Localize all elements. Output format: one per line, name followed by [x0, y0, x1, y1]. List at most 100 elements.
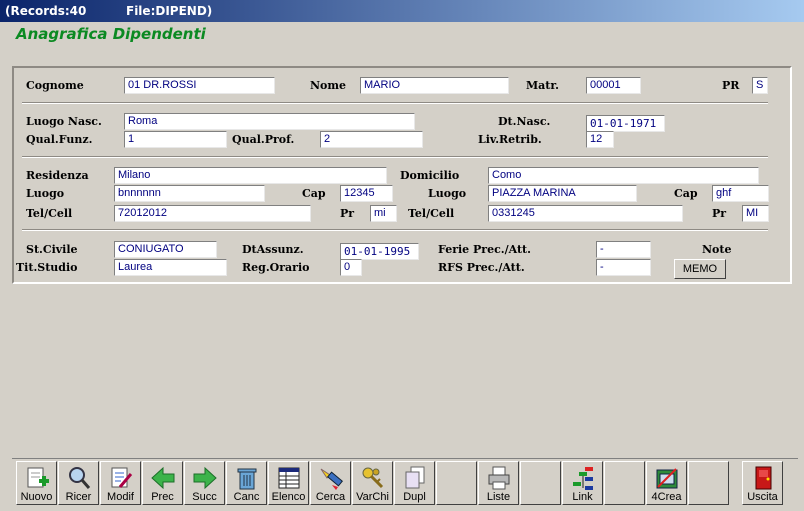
label-pr-res: Pr — [340, 207, 355, 220]
create-icon — [656, 468, 677, 489]
label-reg-orario: Reg.Orario — [242, 261, 310, 274]
label-matr: Matr. — [526, 79, 559, 92]
list-table-icon — [278, 467, 299, 489]
pr-field[interactable]: S — [752, 77, 768, 94]
label-tel-res: Tel/Cell — [26, 207, 73, 220]
prec-button[interactable]: Prec — [142, 461, 183, 505]
file-name: File:DIPEND) — [126, 4, 213, 18]
label-luogo-dom: Luogo — [428, 187, 467, 200]
exit-door-icon — [755, 466, 771, 490]
domicilio-field[interactable]: Como — [488, 167, 759, 184]
dt-nasc-field[interactable]: 01-01-1971 — [586, 115, 665, 132]
cognome-field[interactable]: 01 DR.ROSSI — [124, 77, 275, 94]
varchi-button[interactable]: VarChi — [352, 461, 393, 505]
luogo-res-field[interactable]: bnnnnnn — [114, 185, 265, 202]
label-nome: Nome — [310, 79, 347, 92]
link-button[interactable]: Link — [562, 461, 603, 505]
pr-dom-field[interactable]: MI — [742, 205, 769, 222]
canc-button[interactable]: Canc — [226, 461, 267, 505]
cap-dom-field[interactable]: ghf — [712, 185, 769, 202]
empty-button-1[interactable] — [436, 461, 477, 505]
keys-icon — [362, 467, 383, 489]
memo-button[interactable]: MEMO — [674, 259, 726, 279]
label-qual-prof: Qual.Prof. — [232, 133, 295, 146]
reg-orario-field[interactable]: 0 — [340, 259, 362, 276]
empty-button-4[interactable] — [688, 461, 729, 505]
link-label: Link — [572, 491, 593, 503]
label-luogo-res: Luogo — [26, 187, 65, 200]
arrow-right-icon — [193, 466, 217, 490]
label-rfs: RFS Prec./Att. — [438, 261, 525, 274]
empty-button-3[interactable] — [604, 461, 645, 505]
nuovo-button[interactable]: Nuovo — [16, 461, 57, 505]
search-flashlight-icon — [320, 468, 343, 490]
label-dt-assunz: DtAssunz. — [242, 243, 304, 256]
liste-button[interactable]: Liste — [478, 461, 519, 505]
ricer-button[interactable]: Ricer — [58, 461, 99, 505]
varchi-label: VarChi — [356, 491, 389, 503]
empty-button-2[interactable] — [520, 461, 561, 505]
link-tree-icon — [572, 467, 593, 490]
residenza-field[interactable]: Milano — [114, 167, 387, 184]
label-ferie: Ferie Prec./Att. — [438, 243, 531, 256]
new-document-icon — [27, 467, 49, 488]
crea-label: 4Crea — [651, 491, 682, 503]
qual-prof-field[interactable]: 2 — [320, 131, 423, 148]
arrow-left-icon — [150, 466, 174, 490]
dt-assunz-field[interactable]: 01-01-1995 — [340, 243, 419, 260]
ferie-field[interactable]: - — [596, 241, 651, 258]
label-cap-dom: Cap — [674, 187, 698, 200]
uscita-button[interactable]: Uscita — [742, 461, 783, 505]
uscita-label: Uscita — [747, 491, 778, 503]
label-cognome: Cognome — [26, 79, 84, 92]
tel-dom-field[interactable]: 0331245 — [488, 205, 683, 222]
label-pr-dom: Pr — [712, 207, 727, 220]
label-luogo-nasc: Luogo Nasc. — [26, 115, 102, 128]
succ-label: Succ — [192, 491, 217, 503]
window-titlebar: (Records:40 File:DIPEND) — [0, 0, 804, 22]
cerca-label: Cerca — [315, 491, 346, 503]
modif-label: Modif — [107, 491, 134, 503]
form-title: Anagrafica Dipendenti — [16, 25, 206, 43]
liv-retrib-field[interactable]: 12 — [586, 131, 614, 148]
toolbar: Nuovo Ricer Modif Prec Succ Canc Elenco … — [12, 458, 798, 506]
modif-button[interactable]: Modif — [100, 461, 141, 505]
ricer-label: Ricer — [65, 491, 92, 503]
matr-field[interactable]: 00001 — [586, 77, 641, 94]
label-st-civile: St.Civile — [26, 243, 78, 256]
tel-res-field[interactable]: 72012012 — [114, 205, 311, 222]
rfs-field[interactable]: - — [596, 259, 651, 276]
elenco-button[interactable]: Elenco — [268, 461, 309, 505]
magnifier-icon — [68, 467, 90, 489]
liste-label: Liste — [486, 491, 511, 503]
nome-field[interactable]: MARIO — [360, 77, 509, 94]
label-residenza: Residenza — [26, 169, 89, 182]
label-note: Note — [702, 243, 732, 256]
prec-label: Prec — [151, 491, 174, 503]
luogo-nasc-field[interactable]: Roma — [124, 113, 415, 130]
records-count: (Records:40 — [5, 4, 87, 18]
qual-funz-field[interactable]: 1 — [124, 131, 227, 148]
nuovo-label: Nuovo — [20, 491, 53, 503]
dupl-label: Dupl — [403, 491, 426, 503]
dupl-button[interactable]: Dupl — [394, 461, 435, 505]
separator-2 — [22, 156, 768, 158]
printer-icon — [488, 466, 509, 490]
pr-res-field[interactable]: mi — [370, 205, 397, 222]
label-qual-funz: Qual.Funz. — [26, 133, 93, 146]
edit-document-icon — [111, 467, 132, 488]
luogo-dom-field[interactable]: PIAZZA MARINA — [488, 185, 637, 202]
st-civile-field[interactable]: CONIUGATO — [114, 241, 217, 258]
duplicate-icon — [405, 466, 424, 489]
separator-1 — [22, 102, 768, 104]
trash-icon — [237, 468, 256, 490]
succ-button[interactable]: Succ — [184, 461, 225, 505]
label-tit-studio: Tit.Studio — [16, 261, 78, 274]
cerca-button[interactable]: Cerca — [310, 461, 351, 505]
crea-button[interactable]: 4Crea — [646, 461, 687, 505]
cap-res-field[interactable]: 12345 — [340, 185, 393, 202]
elenco-label: Elenco — [271, 491, 306, 503]
tit-studio-field[interactable]: Laurea — [114, 259, 227, 276]
label-cap-res: Cap — [302, 187, 326, 200]
separator-3 — [22, 229, 768, 231]
